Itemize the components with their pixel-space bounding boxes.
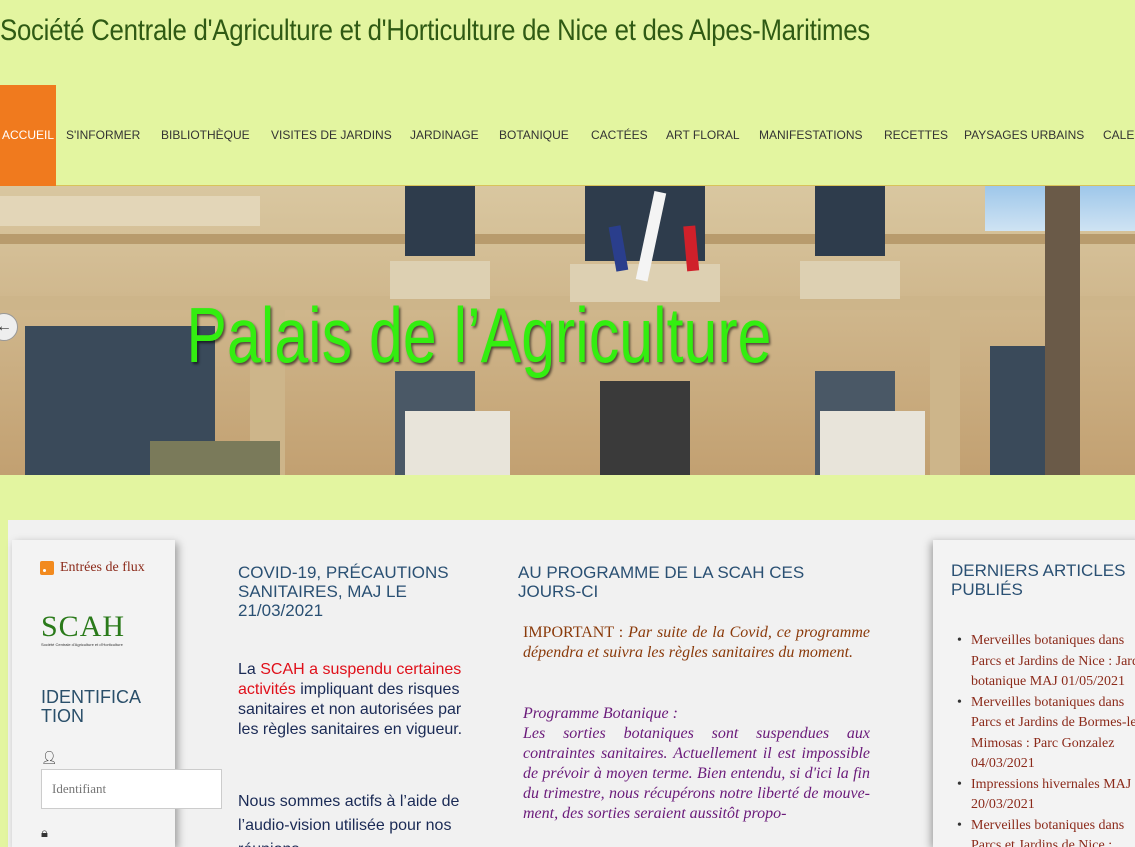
hero-title: Palais de l’Agriculture: [186, 291, 772, 379]
hero-banner: Palais de l’Agriculture: [0, 186, 1135, 475]
recent-article-line[interactable]: Parcs et Jardins de Bormes-les-: [957, 713, 1135, 734]
recent-article-line[interactable]: 04/03/2021: [957, 754, 1135, 775]
recent-articles-list: Merveilles botaniques dansParcs et Jardi…: [957, 631, 1135, 847]
recent-article-line[interactable]: Parcs et Jardins de Nice : Jardin: [957, 652, 1135, 673]
recent-article-line[interactable]: Merveilles botaniques dans: [957, 816, 1135, 837]
username-input[interactable]: [41, 769, 222, 809]
logo-subtitle: Société Centrale d'Agriculture et d'Hort…: [41, 642, 123, 647]
recent-article-line[interactable]: Merveilles botaniques dans: [957, 693, 1135, 714]
recent-article-line[interactable]: Mimosas : Parc Gonzalez: [957, 734, 1135, 755]
recent-articles-title: DERNIERS ARTICLES PUBLIÉS: [951, 561, 1126, 599]
nav-item-visites[interactable]: Visites de jardins: [271, 85, 392, 186]
rss-link[interactable]: Entrées de flux: [40, 560, 145, 576]
nav-item-accueil[interactable]: Accueil: [0, 85, 56, 186]
recent-article-line[interactable]: Impressions hivernales MAJ: [957, 775, 1135, 796]
arrow-left-icon: ←: [0, 318, 12, 335]
rss-icon: [40, 561, 54, 575]
nav-item-botanique[interactable]: Botanique: [499, 85, 569, 186]
site-title[interactable]: Société Centrale d'Agriculture et d'Hort…: [0, 14, 870, 48]
covid-paragraph-1: La SCAH a suspendu certaines activités i…: [238, 660, 468, 740]
covid-title[interactable]: COVID-19, PRÉCAUTIONS SANITAIRES, MAJ LE…: [238, 563, 458, 620]
nav-item-jardinage[interactable]: Jardinage: [410, 85, 479, 186]
programme-title[interactable]: AU PROGRAMME DE LA SCAH CES JOURS-CI: [518, 563, 868, 601]
covid-paragraph-2: Nous sommes actifs à l’aide de l’audio-v…: [238, 793, 460, 847]
nav-item-art-floral[interactable]: Art floral: [666, 85, 740, 186]
main-nav: Accueil S'informer Bibliothèque Visites …: [0, 85, 1135, 186]
nav-item-bibliotheque[interactable]: Bibliothèque: [161, 85, 250, 186]
covid-p1-prefix: La: [238, 661, 261, 678]
recent-article-line[interactable]: 20/03/2021: [957, 795, 1135, 816]
nav-item-manifestations[interactable]: Manifestations: [759, 85, 863, 186]
recent-article-line[interactable]: Merveilles botaniques dans: [957, 631, 1135, 652]
recent-article-line[interactable]: botanique MAJ 01/05/2021: [957, 672, 1135, 693]
lock-icon: 🔒︎: [41, 825, 48, 840]
programme-botanique: Programme Botanique : Les sorties botani…: [523, 704, 870, 824]
botanique-text: Les sorties botaniques sont suspendues a…: [523, 725, 870, 822]
logo-text: SCAH: [41, 610, 126, 643]
scah-logo: SCAH Société Centrale d'Agriculture et d…: [41, 612, 157, 648]
important-label: IMPORTANT :: [523, 624, 629, 641]
login-title: IDENTIFICA TION: [41, 687, 142, 726]
nav-item-calendrier[interactable]: Calen: [1103, 85, 1135, 186]
user-icon: 👤︎: [41, 750, 58, 765]
rss-label: Entrées de flux: [60, 560, 145, 575]
nav-item-sinformer[interactable]: S'informer: [66, 85, 140, 186]
recent-article-line[interactable]: Parcs et Jardins de Nice :: [957, 836, 1135, 847]
programme-important: IMPORTANT : Par suite de la Covid, ce pr…: [523, 623, 870, 663]
nav-item-paysages[interactable]: Paysages urbains: [964, 85, 1084, 186]
nav-item-cactees[interactable]: Cactées: [591, 85, 648, 186]
botanique-heading: Programme Botanique :: [523, 705, 678, 722]
nav-item-recettes[interactable]: Recettes: [884, 85, 948, 186]
